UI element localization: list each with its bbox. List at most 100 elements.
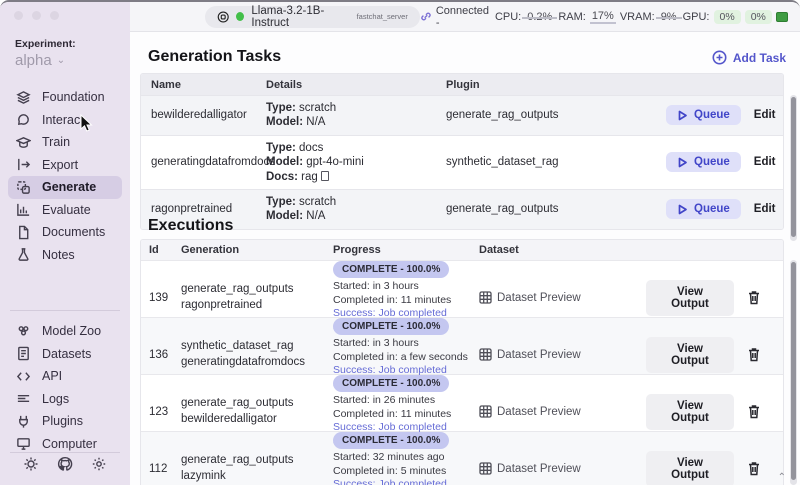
theme-sun-icon[interactable] [23, 456, 39, 472]
add-task-button[interactable]: Add Task [712, 50, 786, 65]
gpu-chip-icon [776, 12, 788, 22]
flask-icon [16, 247, 31, 262]
detail-value: docs [299, 142, 323, 154]
delete-execution-button[interactable] [747, 404, 761, 419]
gpu-label: GPU: [683, 11, 710, 23]
status-badge: COMPLETE - 100.0% [333, 318, 449, 335]
sidebar-item-logs[interactable]: Logs [8, 388, 122, 411]
close-window-button[interactable] [14, 11, 23, 20]
running-model-pill[interactable]: Llama-3.2-1B-Instruct fastchat_server [205, 6, 420, 28]
cpu-label: CPU: [495, 11, 521, 23]
code-icon [16, 369, 31, 384]
vram-value: 9% [659, 11, 679, 23]
generation-tasks-header: Name Details Plugin [141, 74, 783, 95]
detail-value: scratch [299, 196, 336, 208]
detail-value: N/A [306, 210, 325, 222]
model-status-dot [236, 12, 244, 21]
execution-id: 112 [141, 463, 173, 475]
sidebar-item-generate[interactable]: Generate [8, 176, 122, 199]
dataset-preview-button[interactable]: Dataset Preview [479, 291, 646, 304]
experiment-selector[interactable]: alpha ⌄ [15, 52, 65, 69]
table-grid-icon [479, 405, 492, 418]
sidebar-item-interact[interactable]: Interact [8, 109, 122, 132]
dataset-preview-button[interactable]: Dataset Preview [479, 348, 646, 361]
sidebar-item-datasets[interactable]: Datasets [8, 343, 122, 366]
plus-circle-icon [712, 50, 727, 65]
generation-plugin: generate_rag_outputs [181, 396, 325, 412]
maximize-window-button[interactable] [50, 11, 59, 20]
started-text: Started: in 26 minutes [333, 394, 471, 408]
generation-task: lazymink [181, 469, 325, 485]
view-output-button[interactable]: View Output [646, 337, 734, 373]
generation-task: generatingdatafromdocs [181, 355, 325, 371]
executions-scrollbar[interactable] [790, 260, 797, 485]
queue-label: Queue [694, 203, 730, 215]
dataset-preview-button[interactable]: Dataset Preview [479, 462, 646, 475]
queue-button[interactable]: Queue [666, 199, 741, 219]
table-row: 139 generate_rag_outputs ragonpretrained… [141, 260, 783, 317]
sidebar-item-notes[interactable]: Notes [8, 244, 122, 267]
task-details: Type: scratch Model: N/A [256, 190, 436, 229]
task-details: Type: scratch Model: N/A [256, 96, 436, 135]
execution-id: 123 [141, 406, 173, 418]
sidebar-item-model-zoo[interactable]: Model Zoo [8, 320, 122, 343]
queue-button[interactable]: Queue [666, 105, 741, 125]
completed-text: Completed in: 5 minutes [333, 465, 471, 479]
column-header-generation: Generation [173, 244, 325, 256]
sidebar-item-label: Export [42, 158, 78, 172]
gear-icon[interactable] [91, 456, 107, 472]
tasks-scrollbar[interactable] [790, 95, 797, 241]
queue-button[interactable]: Queue [666, 152, 741, 172]
delete-execution-button[interactable] [747, 461, 761, 476]
dataset-preview-label: Dataset Preview [497, 292, 581, 304]
sidebar-item-label: Documents [42, 225, 105, 239]
sidebar-item-export[interactable]: Export [8, 154, 122, 177]
sidebar-item-plugins[interactable]: Plugins [8, 410, 122, 433]
trash-icon [747, 404, 761, 419]
sidebar-item-label: Train [42, 135, 70, 149]
sidebar: Experiment: alpha ⌄ Foundation Interact … [0, 2, 130, 485]
scrollbar-thumb[interactable] [791, 262, 796, 480]
sidebar-item-label: Foundation [42, 90, 105, 104]
edit-button[interactable]: Edit [754, 203, 776, 215]
sidebar-item-foundation[interactable]: Foundation [8, 86, 122, 109]
ram-label: RAM: [558, 11, 586, 23]
task-name: bewilderedalligator [141, 104, 256, 126]
detail-label: Type: [266, 142, 296, 154]
top-bar: Llama-3.2-1B-Instruct fastchat_server Co… [130, 2, 800, 32]
edit-button[interactable]: Edit [754, 156, 776, 168]
column-header-dataset: Dataset [471, 244, 646, 256]
completed-text: Completed in: a few seconds [333, 351, 471, 365]
document-icon [16, 225, 31, 240]
minimize-window-button[interactable] [32, 11, 41, 20]
github-icon[interactable] [57, 456, 73, 472]
view-output-button[interactable]: View Output [646, 451, 734, 485]
sidebar-item-evaluate[interactable]: Evaluate [8, 199, 122, 222]
dataset-preview-button[interactable]: Dataset Preview [479, 405, 646, 418]
generation-plugin: generate_rag_outputs [181, 282, 325, 298]
sidebar-item-documents[interactable]: Documents [8, 221, 122, 244]
model-zoo-icon [16, 324, 31, 339]
table-row: ragonpretrained Type: scratch Model: N/A… [141, 189, 783, 229]
sidebar-item-api[interactable]: API [8, 365, 122, 388]
window-controls[interactable] [14, 11, 59, 20]
view-output-button[interactable]: View Output [646, 394, 734, 430]
generation-plugin: synthetic_dataset_rag [181, 339, 325, 355]
queue-label: Queue [694, 156, 730, 168]
sidebar-footer [0, 449, 130, 479]
delete-execution-button[interactable] [747, 347, 761, 362]
experiment-label: Experiment: [15, 38, 76, 50]
task-plugin: generate_rag_outputs [436, 104, 666, 126]
table-row: bewilderedalligator Type: scratch Model:… [141, 95, 783, 135]
app-window: Experiment: alpha ⌄ Foundation Interact … [0, 0, 800, 485]
table-grid-icon [479, 348, 492, 361]
sidebar-item-train[interactable]: Train [8, 131, 122, 154]
view-output-button[interactable]: View Output [646, 280, 734, 316]
delete-execution-button[interactable] [747, 290, 761, 305]
play-icon [677, 204, 688, 215]
edit-button[interactable]: Edit [754, 109, 776, 121]
queue-label: Queue [694, 109, 730, 121]
detail-label: Type: [266, 102, 296, 114]
column-header-progress: Progress [325, 244, 471, 256]
scrollbar-thumb[interactable] [791, 97, 796, 237]
